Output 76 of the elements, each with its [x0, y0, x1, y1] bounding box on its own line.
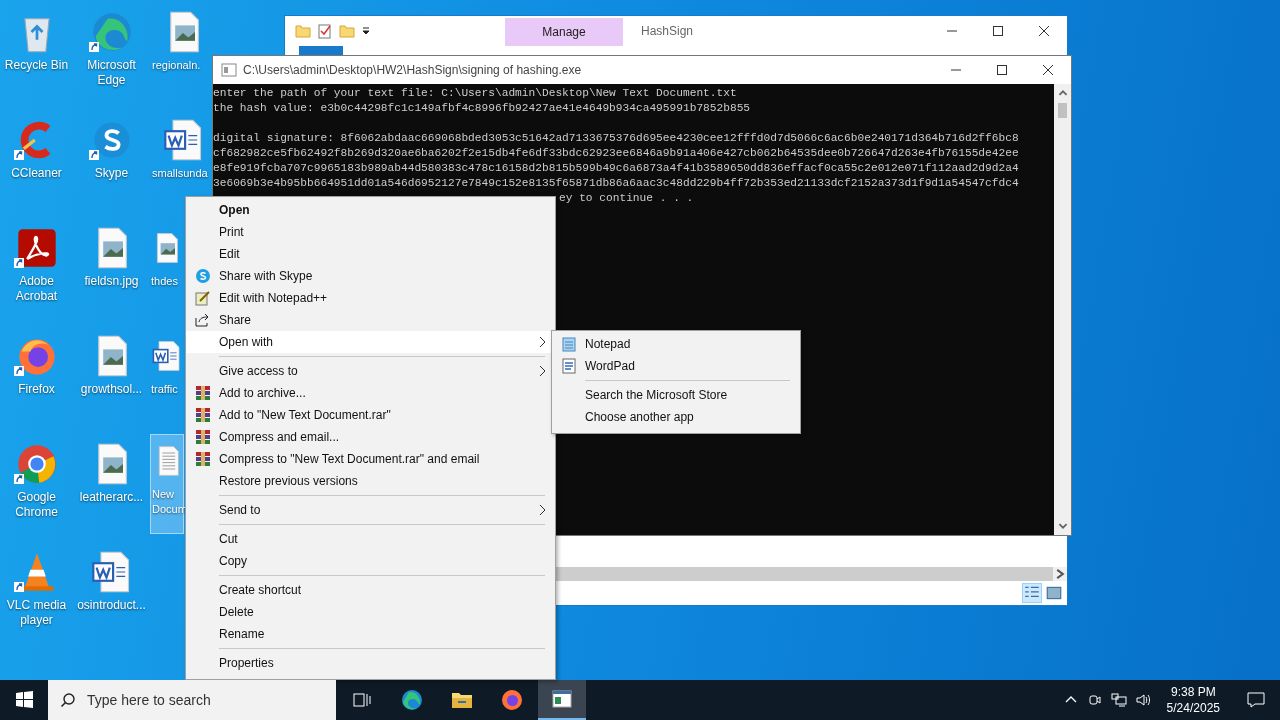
menu-item[interactable]: Notepad	[552, 333, 800, 355]
desktop-icon-label: Skype	[94, 166, 129, 181]
menu-item[interactable]: Copy	[186, 550, 555, 572]
menu-item[interactable]: Print	[186, 221, 555, 243]
network-icon[interactable]	[1110, 692, 1127, 708]
desktop-icon-label: Adobe Acrobat	[14, 274, 59, 304]
share-icon	[194, 312, 211, 328]
console-line: digital signature: 8f6062abdaac669068bded3053c51642ad7133675376d695ee4230cee12fffd0d7d5066c6ac6b0e240171d364b716d2ff6bc8	[213, 131, 1020, 146]
desktop-icon-label: Microsoft Edge	[86, 58, 137, 88]
date-text: 5/24/2025	[1166, 700, 1220, 716]
console-line: enter the path of your text file: C:\Users\admin\Desktop\New Text Document.txt	[213, 86, 738, 101]
menu-item[interactable]: WordPad	[552, 355, 800, 377]
menu-item[interactable]: Add to "New Text Document.rar"	[186, 404, 555, 426]
menu-item[interactable]: Edit	[186, 243, 555, 265]
console-line: cf682982ce5fb62492f8b269d320ae6ba6202f2e15db4fe6df33bdc62923ee6846a9b91a406e427cb062b64535dee0b726647d263e4fb76155de42ee	[213, 146, 1020, 161]
menu-item[interactable]: Send to	[186, 499, 555, 521]
menu-item[interactable]: Give access to	[186, 360, 555, 382]
console-line: the hash value: e3b0c44298fc1c149afbf4c8996fb92427ae41e4649b934ca495991b7852b855	[213, 101, 752, 116]
archive-books-icon	[194, 451, 211, 467]
desktop-icon-label: traffic	[151, 382, 178, 397]
skype-icon	[194, 268, 211, 284]
scrollbar-thumb[interactable]	[1058, 103, 1067, 118]
menu-item[interactable]: Properties	[186, 652, 555, 674]
console-app-icon	[550, 687, 574, 711]
search-icon	[60, 692, 76, 708]
desktop-icon-label: VLC media player	[5, 598, 68, 628]
menu-item[interactable]: Compress to "New Text Document.rar" and email	[186, 448, 555, 470]
menu-item[interactable]: Compress and email...	[186, 426, 555, 448]
notepad-icon	[560, 336, 577, 352]
menu-item[interactable]: Share	[186, 309, 555, 331]
taskbar-button[interactable]	[538, 680, 586, 720]
menu-item[interactable]: Search the Microsoft Store	[552, 384, 800, 406]
menu-item[interactable]: Cut	[186, 528, 555, 550]
volume-icon[interactable]	[1134, 692, 1151, 708]
archive-books-icon	[194, 385, 211, 401]
window-title: HashSign	[641, 24, 694, 38]
desktop-icon-label: leatherarc...	[79, 490, 144, 505]
console-line: e8fe919fcba707c9965183b989ab44d580383c478c16158d2b815b599b49c6a6873a4f41b3589650dd836effacf0ca55c2e012e071f112aad2d9d2a4	[213, 161, 1020, 176]
desktop-icon-label: Firefox	[18, 382, 55, 397]
camera-icon[interactable]	[1086, 692, 1103, 708]
menu-item[interactable]: Share with Skype	[186, 265, 555, 287]
desktop-icon-label: osintroduct...	[77, 598, 146, 613]
search-field[interactable]: Type here to search	[48, 680, 336, 720]
console-line: ey to continue . . .	[558, 191, 695, 206]
menu-item[interactable]: Create shortcut	[186, 579, 555, 601]
desktop-icon-label: fieldsn.jpg	[84, 274, 139, 289]
archive-books-icon	[194, 429, 211, 445]
edge-app-icon	[400, 688, 424, 712]
menu-item[interactable]: Rename	[186, 623, 555, 645]
notepad-pencil-icon	[194, 290, 211, 306]
menu-item[interactable]: Restore previous versions	[186, 470, 555, 492]
desktop-icon-label: smallsunda	[152, 166, 208, 181]
properties-icon[interactable]	[317, 23, 333, 39]
desktop-icon-label: thdes	[151, 274, 178, 289]
firefox-app-icon	[500, 688, 524, 712]
notification-icon[interactable]	[1246, 690, 1266, 710]
console-line: 3e6069b3e4b95bb664951dd01a546d6952127e7849c152e8135f65871db86a6aac3c48dd229b4ff72b353ed21133dcf2152a373d1f9d1a54547cfdc4	[213, 176, 1020, 191]
desktop-icon-label: CCleaner	[11, 166, 62, 181]
dropdown-icon[interactable]	[361, 26, 371, 36]
menu-item[interactable]: Edit with Notepad++	[186, 287, 555, 309]
thumbnail-view-icon[interactable]	[1045, 584, 1063, 602]
menu-item[interactable]: Add to archive...	[186, 382, 555, 404]
ribbon-context-tab[interactable]: Manage	[505, 18, 623, 46]
archive-books-icon	[194, 407, 211, 423]
details-view-icon[interactable]	[1023, 584, 1041, 602]
desktop-icon-label: regionaln.	[152, 58, 201, 73]
window-title: C:\Users\admin\Desktop\HW2\HashSign\signing of hashing.exe	[243, 63, 582, 77]
desktop-icon-label: growthsol...	[80, 382, 143, 397]
desktop-icon-label: Google Chrome	[14, 490, 59, 520]
console-icon	[221, 62, 237, 78]
menu-item[interactable]: Delete	[186, 601, 555, 623]
wordpad-icon	[560, 358, 577, 374]
clock[interactable]: 9:38 PM 5/24/2025	[1158, 684, 1228, 716]
menu-item[interactable]: Choose another app	[552, 406, 800, 428]
desktop-icon-label: Recycle Bin	[4, 58, 69, 73]
time-text: 9:38 PM	[1170, 684, 1216, 700]
